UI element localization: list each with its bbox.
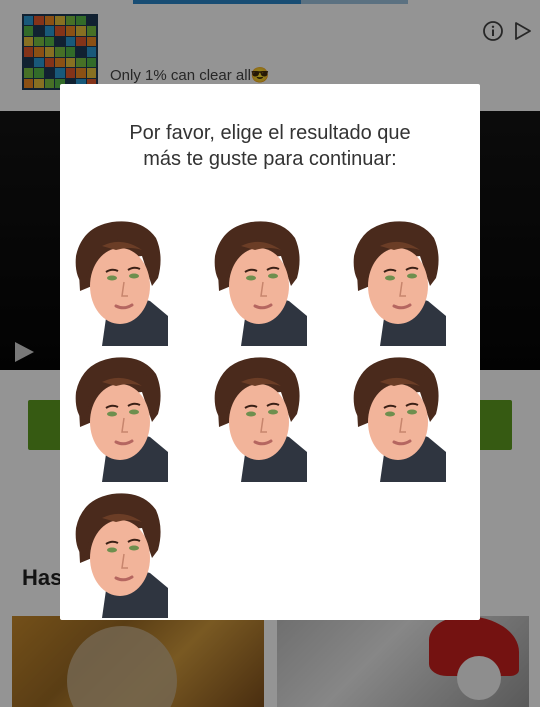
portrait-image	[72, 216, 168, 346]
portrait-image	[350, 216, 446, 346]
portrait-image	[211, 352, 307, 482]
result-option-7[interactable]	[72, 488, 168, 618]
portrait-image	[72, 488, 168, 618]
portrait-image	[350, 352, 446, 482]
dialog-title-line-1: Por favor, elige el resultado que	[129, 122, 411, 144]
dialog-title-line-2: más te guste para continuar:	[143, 148, 397, 170]
portrait-image	[211, 216, 307, 346]
result-option-5[interactable]	[211, 352, 307, 482]
result-picker-dialog: Por favor, elige el resultado que más te…	[60, 84, 480, 620]
portrait-image	[72, 352, 168, 482]
dialog-title: Por favor, elige el resultado que más te…	[80, 120, 460, 172]
result-option-6[interactable]	[350, 352, 446, 482]
result-option-4[interactable]	[72, 352, 168, 482]
result-option-3[interactable]	[350, 216, 446, 346]
result-option-1[interactable]	[72, 216, 168, 346]
result-option-2[interactable]	[211, 216, 307, 346]
